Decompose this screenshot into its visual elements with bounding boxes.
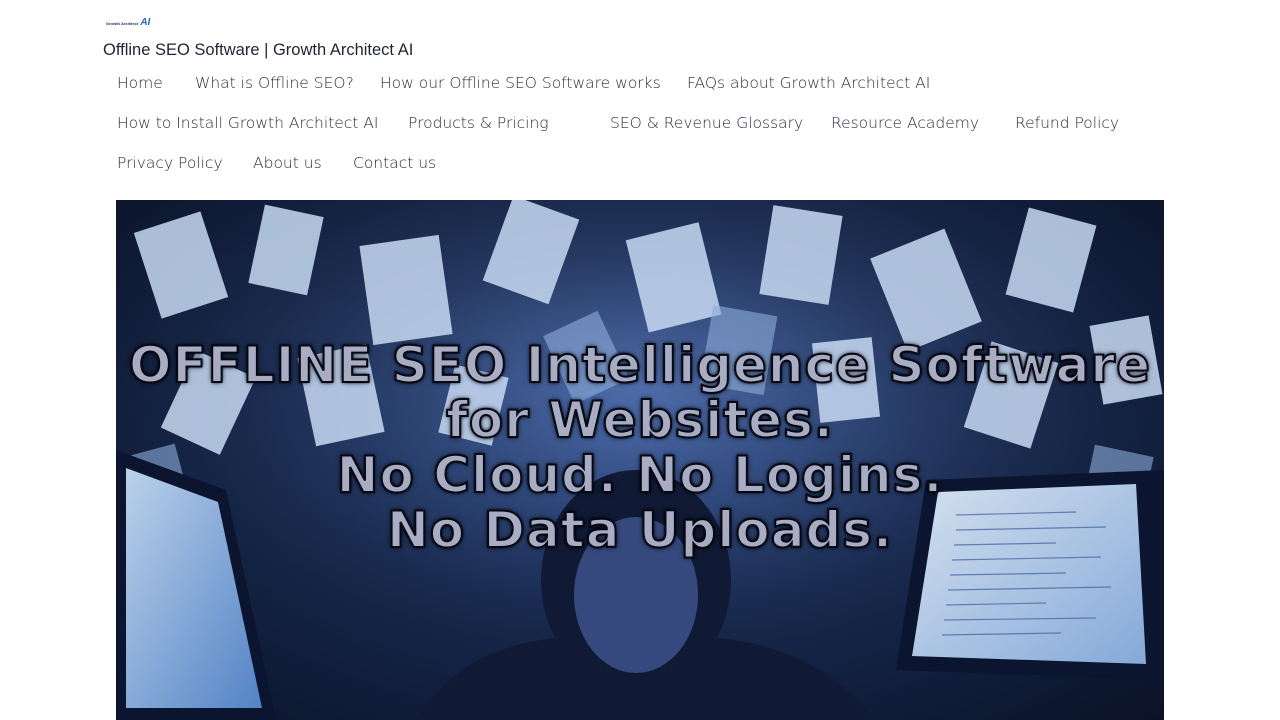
nav-item-glossary[interactable]: SEO & Revenue Glossary	[610, 111, 803, 135]
nav-item-what-is-offline-seo[interactable]: What is Offline SEO?	[195, 71, 354, 95]
nav-item-how-it-works[interactable]: How our Offline SEO Software works	[380, 71, 661, 95]
nav-item-about-us[interactable]: About us	[253, 151, 322, 175]
site-logo[interactable]: Growth Architect AI	[106, 16, 150, 30]
nav-item-contact-us[interactable]: Contact us	[353, 151, 436, 175]
nav-item-refund-policy[interactable]: Refund Policy	[1015, 111, 1119, 135]
logo-mark: AI	[140, 17, 151, 28]
hero-headline-line: for Websites.	[445, 391, 834, 449]
hero-headline-line: No Data Uploads.	[386, 501, 894, 559]
hero-banner: OFFLINE SEO Intelligence Software for We…	[116, 200, 1164, 720]
hero-headline-line: OFFLINE SEO Intelligence Software	[128, 336, 1151, 394]
nav-item-home[interactable]: Home	[117, 71, 163, 95]
nav-item-privacy-policy[interactable]: Privacy Policy	[117, 151, 223, 175]
logo-wordmark: Growth Architect	[106, 20, 139, 26]
nav-item-faqs[interactable]: FAQs about Growth Architect AI	[687, 71, 930, 95]
nav-item-products-pricing[interactable]: Products & Pricing	[408, 111, 549, 135]
hero-headline: OFFLINE SEO Intelligence Software for We…	[116, 336, 1164, 559]
page: Growth Architect AI Offline SEO Software…	[0, 0, 1280, 720]
nav-item-install[interactable]: How to Install Growth Architect AI	[117, 111, 378, 135]
nav-item-resource-academy[interactable]: Resource Academy	[831, 111, 979, 135]
hero-headline-line: No Cloud. No Logins.	[336, 446, 944, 504]
site-title[interactable]: Offline SEO Software | Growth Architect …	[103, 41, 413, 60]
